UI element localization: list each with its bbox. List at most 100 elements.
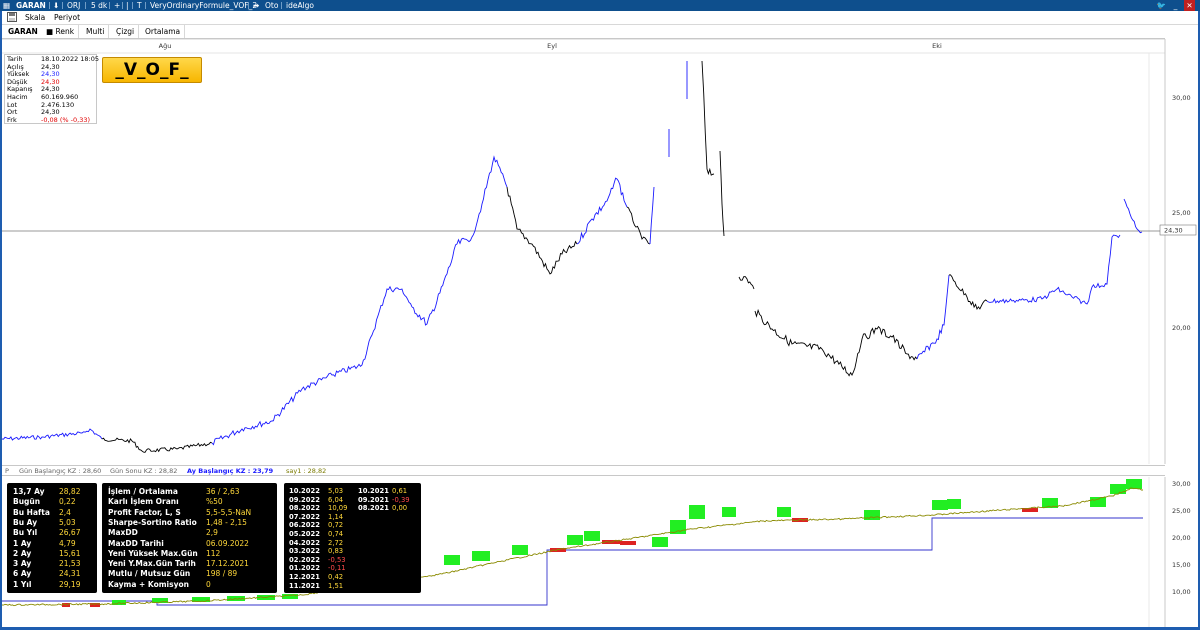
panel-label: 09.2021 xyxy=(358,495,389,504)
panel-label: 05.2022 xyxy=(289,530,320,538)
close-icon[interactable]: ✕ xyxy=(1184,0,1195,11)
panel-value: 112 xyxy=(206,548,221,558)
tab-symbol[interactable]: GARAN xyxy=(4,25,42,38)
tab-color[interactable]: ■ Renk xyxy=(42,25,80,38)
menu-period[interactable]: Periyot xyxy=(54,13,80,22)
toolbar: Skala Periyot xyxy=(2,11,1198,25)
panel-value: 2,4 xyxy=(59,507,71,517)
price-axis-label-30: 30,00 xyxy=(1172,94,1191,102)
equity-bar xyxy=(1110,484,1126,494)
stats-panel: İşlem / Ortalama 36 / 2,63 Karlı İşlem Ora… xyxy=(102,483,277,593)
status-counter: say1 : 28,82 xyxy=(286,467,327,475)
broker-label[interactable]: ideAlgo xyxy=(286,0,314,11)
add-icon[interactable]: + xyxy=(114,0,120,11)
menu-scale[interactable]: Skala xyxy=(25,13,45,22)
panel-value: 5,5-5,5-NaN xyxy=(206,507,252,517)
price-segment xyxy=(101,437,213,453)
price-segment xyxy=(626,206,651,245)
equity-bar xyxy=(1126,479,1142,489)
title-bar: ▦ GARAN ⬇ ORJ 5 dk + | T VeryOrdinaryFor… xyxy=(0,0,1200,11)
save-icon[interactable] xyxy=(7,12,17,24)
formula-label[interactable]: VeryOrdinaryFormule_VOF_2 xyxy=(150,0,257,11)
equity-bar xyxy=(444,555,460,565)
panel-label: 1 Ay xyxy=(13,538,32,548)
panel-value: 24,31 xyxy=(59,569,81,579)
panel-label: 06.2022 xyxy=(289,521,320,530)
vof-badge[interactable]: _V_O_F_ xyxy=(102,57,202,83)
equity-bar xyxy=(1090,497,1106,507)
panel-label: 6 Ay xyxy=(13,569,32,579)
panel-label: 3 Ay xyxy=(13,559,32,569)
status-day-start: Gün Başlangıç KZ : 28,60 xyxy=(19,467,102,475)
panel-label: 13,7 Ay xyxy=(13,487,45,496)
panel-label: MaxDD xyxy=(108,528,138,538)
equity-bar xyxy=(567,535,583,545)
panel-value: 0,00 xyxy=(392,504,408,513)
price-series xyxy=(2,60,1143,453)
panel-value: 0,42 xyxy=(328,573,344,581)
status-line: P Gün Başlangıç KZ : 28,60 Gün Sonu KZ :… xyxy=(2,465,1165,476)
panel-value: 5,03 xyxy=(59,517,76,527)
status-p: P xyxy=(5,467,9,475)
price-segment xyxy=(701,60,715,176)
equity-bar xyxy=(584,531,600,541)
tab-average[interactable]: Ortalama xyxy=(141,25,186,38)
bird-icon[interactable]: 🐦 xyxy=(1156,0,1167,11)
arrow-right-icon[interactable]: ➡ xyxy=(253,0,259,11)
price-segment xyxy=(738,276,755,290)
panel-value: 06.09.2022 xyxy=(206,538,249,548)
panel-value: 2,72 xyxy=(328,538,344,547)
month-label-sep: Eyl xyxy=(547,42,557,50)
price-segment xyxy=(506,186,578,275)
panel-value: 5,03 xyxy=(328,487,344,495)
equity-bar xyxy=(282,594,298,599)
equity-axis-label-20: 20,00 xyxy=(1172,534,1191,542)
panel-value: 1,14 xyxy=(328,512,344,521)
equity-bar xyxy=(689,505,705,519)
tab-draw[interactable]: Çizgi xyxy=(112,25,140,38)
price-segment xyxy=(916,274,950,360)
mode-label[interactable]: Oto xyxy=(265,0,278,11)
price-segment xyxy=(576,177,628,245)
equity-bar xyxy=(932,500,948,510)
symbol-label[interactable]: GARAN xyxy=(16,0,46,11)
panel-label: 10.2021 xyxy=(358,487,389,495)
panel-label: Mutlu / Mutsuz Gün xyxy=(108,569,191,579)
panel-label: Bu Hafta xyxy=(13,507,50,517)
period-label[interactable]: 5 dk xyxy=(91,0,107,11)
equity-axis-label-15: 15,00 xyxy=(1172,561,1191,569)
price-segment xyxy=(2,428,103,441)
panel-value: 198 / 89 xyxy=(206,569,238,579)
arrow-down-icon[interactable]: ⬇ xyxy=(53,0,59,11)
price-chart[interactable]: Ağu Eyl Eki 30,00 25,00 20,00 24,30 xyxy=(2,39,1198,464)
chart-icon[interactable]: ▦ xyxy=(3,0,10,11)
panel-value: %50 xyxy=(206,497,223,507)
panel-label: Bu Ay xyxy=(13,517,38,527)
panel-value: 17.12.2021 xyxy=(206,559,249,569)
panel-value: 0 xyxy=(206,579,211,589)
price-segment xyxy=(754,308,918,377)
equity-axis-label-30: 30,00 xyxy=(1172,480,1191,488)
text-tool-icon[interactable]: T xyxy=(137,0,142,11)
panel-label: 2 Ay xyxy=(13,548,32,558)
equity-bar xyxy=(777,507,791,517)
chart-tabs: GARAN ■ Renk Multi Çizgi Ortalama xyxy=(2,25,1165,39)
panel-value: -0,39 xyxy=(392,495,410,504)
price-segment xyxy=(948,274,988,311)
panel-label: 01.2022 xyxy=(289,564,320,573)
panel-value: 0,72 xyxy=(328,521,344,530)
panel-label: Kayma + Komisyon xyxy=(108,579,189,589)
price-segment xyxy=(649,186,655,245)
panel-label: 11.2021 xyxy=(289,581,320,590)
panel-value: 4,79 xyxy=(59,538,76,548)
minimize-icon[interactable]: _ xyxy=(1170,0,1181,11)
panel-value: 0,83 xyxy=(328,547,344,556)
panel-label: Profit Factor, L, S xyxy=(108,507,181,517)
panel-value: 0,61 xyxy=(392,487,408,495)
panel-label: 12.2021 xyxy=(289,573,320,581)
cursor-icon[interactable]: | xyxy=(126,0,129,11)
source-label[interactable]: ORJ xyxy=(67,0,80,11)
last-price-label: 24,30 xyxy=(1164,227,1183,235)
tab-multi[interactable]: Multi xyxy=(82,25,110,38)
status-month-start: Ay Başlangıç KZ : 23,79 xyxy=(187,467,274,475)
